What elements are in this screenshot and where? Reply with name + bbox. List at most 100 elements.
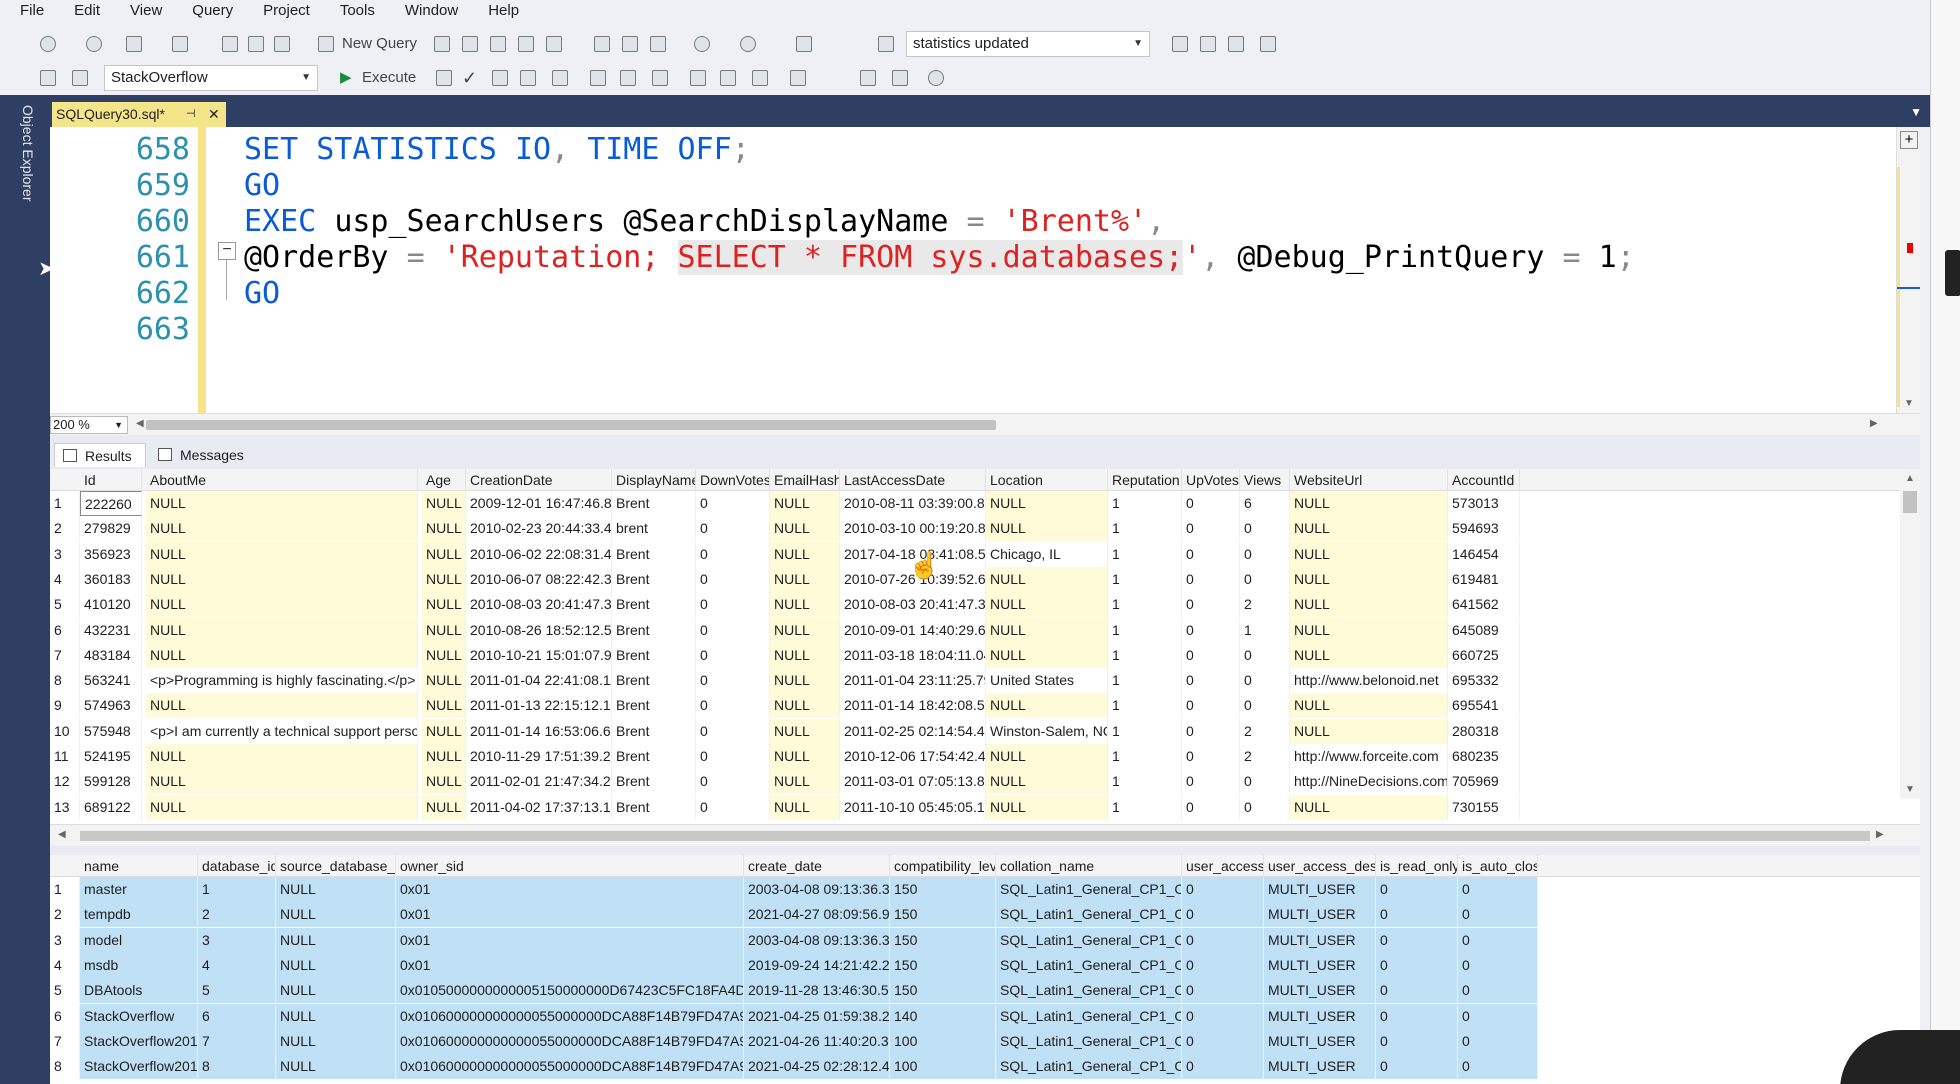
table-cell[interactable]: model <box>80 927 198 953</box>
table-cell[interactable]: NULL <box>1290 794 1448 820</box>
table-cell[interactable]: NULL <box>1290 693 1448 719</box>
tab-overflow-icon[interactable]: ▼ <box>1910 105 1922 119</box>
table-row[interactable]: 9 574963 NULL NULL 2011-01-13 22:15:12.137 Br… <box>50 693 1920 719</box>
table-cell[interactable]: 150 <box>890 952 996 978</box>
table-cell[interactable]: 222260 <box>80 491 142 516</box>
table-cell[interactable]: NULL <box>422 642 466 668</box>
table-cell[interactable]: 150 <box>890 877 996 902</box>
table-cell[interactable]: 483184 <box>80 642 142 668</box>
table-cell[interactable]: MULTI_USER <box>1264 902 1376 928</box>
table-cell[interactable]: NULL <box>422 668 466 694</box>
table-cell[interactable]: 695541 <box>1448 693 1520 719</box>
row-number[interactable]: 8 <box>50 1054 80 1080</box>
increase-indent-icon[interactable] <box>892 70 908 86</box>
table-cell[interactable]: 0x01 <box>396 877 744 902</box>
table-cell[interactable]: 0 <box>696 718 770 744</box>
column-header[interactable]: Age <box>422 469 466 491</box>
table-cell[interactable]: NULL <box>146 769 418 795</box>
table-cell[interactable]: Brent <box>612 491 696 516</box>
menu-help[interactable]: Help <box>488 0 519 19</box>
table-cell[interactable]: SQL_Latin1_General_CP1_CI_AS <box>996 978 1182 1004</box>
table-cell[interactable]: NULL <box>1290 566 1448 592</box>
table-cell[interactable]: NULL <box>146 516 418 542</box>
table-cell[interactable]: NULL <box>770 592 840 618</box>
table-cell[interactable]: 0 <box>1240 668 1290 694</box>
table-cell[interactable]: 1 <box>1108 744 1182 769</box>
das-query-icon[interactable] <box>546 36 562 52</box>
table-cell[interactable]: Chicago, IL <box>986 541 1108 567</box>
column-header[interactable]: Location <box>986 469 1108 491</box>
table-cell[interactable]: 0 <box>1182 642 1240 668</box>
table-cell[interactable]: 0 <box>696 744 770 769</box>
column-header[interactable]: collation_name <box>996 855 1182 877</box>
table-cell[interactable]: NULL <box>276 978 396 1004</box>
table-cell[interactable]: 0 <box>1458 877 1538 902</box>
databases-results-grid[interactable]: name database_id source_database_id owner_s… <box>50 855 1920 1084</box>
menu-file[interactable]: File <box>20 0 44 19</box>
table-row[interactable]: 4 360183 NULL NULL 2010-06-07 08:22:42.310 Br… <box>50 566 1920 592</box>
table-cell[interactable]: SQL_Latin1_General_CP1_CI_AS <box>996 902 1182 928</box>
row-number[interactable]: 1 <box>50 491 80 516</box>
table-cell[interactable]: 0 <box>1182 1054 1264 1080</box>
table-cell[interactable]: NULL <box>422 566 466 592</box>
table-cell[interactable]: NULL <box>986 693 1108 719</box>
table-cell[interactable]: SQL_Latin1_General_CP1_CI_AS <box>996 1003 1182 1029</box>
table-cell[interactable]: 2 <box>198 902 276 928</box>
table-cell[interactable]: 2003-04-08 09:13:36.390 <box>744 877 890 902</box>
table-cell[interactable]: 524195 <box>80 744 142 769</box>
table-cell[interactable]: Brent <box>612 794 696 820</box>
editor-horizontal-scroll-thumb[interactable] <box>146 420 996 430</box>
table-cell[interactable]: NULL <box>1290 617 1448 643</box>
table-cell[interactable]: 1 <box>198 877 276 902</box>
table-cell[interactable]: 0 <box>1376 978 1458 1004</box>
row-number[interactable]: 6 <box>50 1003 80 1029</box>
table-cell[interactable]: 2010-06-02 22:08:31.497 <box>466 541 612 567</box>
table-row[interactable]: 7 483184 NULL NULL 2010-10-21 15:01:07.963 Br… <box>50 642 1920 668</box>
table-cell[interactable]: 0x01 <box>396 902 744 928</box>
table-cell[interactable]: 2021-04-25 01:59:38.230 <box>744 1003 890 1029</box>
row-number[interactable]: 11 <box>50 744 80 769</box>
grid1-horizontal-scrollbar[interactable]: ◀ ▶ <box>50 824 1920 846</box>
table-cell[interactable]: 2010-06-07 08:22:42.310 <box>466 566 612 592</box>
row-number[interactable]: 13 <box>50 794 80 820</box>
table-cell[interactable]: NULL <box>146 566 418 592</box>
table-cell[interactable]: 2011-01-04 22:41:08.110 <box>466 668 612 694</box>
menu-tools[interactable]: Tools <box>340 0 375 19</box>
table-row[interactable]: 1 222260 NULL NULL 2009-12-01 16:47:46.843 Br… <box>50 491 1920 516</box>
table-cell[interactable]: Brent <box>612 541 696 567</box>
table-row[interactable]: 3 356923 NULL NULL 2010-06-02 22:08:31.497 Br… <box>50 541 1920 567</box>
table-cell[interactable]: 0 <box>1182 877 1264 902</box>
table-cell[interactable]: 100 <box>890 1054 996 1080</box>
table-cell[interactable]: NULL <box>422 718 466 744</box>
table-cell[interactable]: Winston-Salem, NC <box>986 718 1108 744</box>
table-cell[interactable]: NULL <box>422 744 466 769</box>
column-header[interactable]: EmailHash <box>770 469 840 491</box>
table-cell[interactable]: 2011-10-10 05:45:05.140 <box>840 794 986 820</box>
scroll-down-icon[interactable]: ▼ <box>1905 784 1915 795</box>
table-cell[interactable]: 0 <box>696 668 770 694</box>
column-header[interactable]: is_read_only <box>1376 855 1458 877</box>
table-cell[interactable]: 0 <box>1182 592 1240 618</box>
table-cell[interactable]: 0x010600000000000055000000DCA88F14B79FD4… <box>396 1054 744 1080</box>
table-cell[interactable]: 2003-04-08 09:13:36.390 <box>744 927 890 953</box>
table-cell[interactable]: 730155 <box>1448 794 1520 820</box>
xmla-query-icon[interactable] <box>518 36 534 52</box>
split-window-icon[interactable]: + <box>1900 131 1918 149</box>
query-editor[interactable]: 658 659 660 661 662 663 − SET STATISTICS… <box>50 127 1920 413</box>
table-cell[interactable]: 0x01 <box>396 927 744 953</box>
table-row[interactable]: 8 StackOverflow2013 8 NULL 0x010600000000000… <box>50 1054 1920 1080</box>
table-cell[interactable]: MULTI_USER <box>1264 927 1376 953</box>
table-cell[interactable]: 4 <box>198 952 276 978</box>
client-statistics-icon[interactable] <box>620 70 636 86</box>
table-row[interactable]: 8 563241 <p>Programming is highly fascinat… <box>50 668 1920 694</box>
solution-configuration-dropdown[interactable]: statistics updated ▼ <box>906 31 1150 57</box>
table-cell[interactable]: 2011-01-13 22:15:12.137 <box>466 693 612 719</box>
redo-icon[interactable] <box>740 36 756 52</box>
table-cell[interactable]: 0 <box>696 617 770 643</box>
table-cell[interactable]: 0 <box>1376 952 1458 978</box>
table-cell[interactable]: 0 <box>1458 1054 1538 1080</box>
table-cell[interactable]: 0 <box>1458 1003 1538 1029</box>
table-cell[interactable]: 1 <box>1108 592 1182 618</box>
table-cell[interactable]: NULL <box>146 617 418 643</box>
row-number[interactable]: 7 <box>50 1028 80 1054</box>
